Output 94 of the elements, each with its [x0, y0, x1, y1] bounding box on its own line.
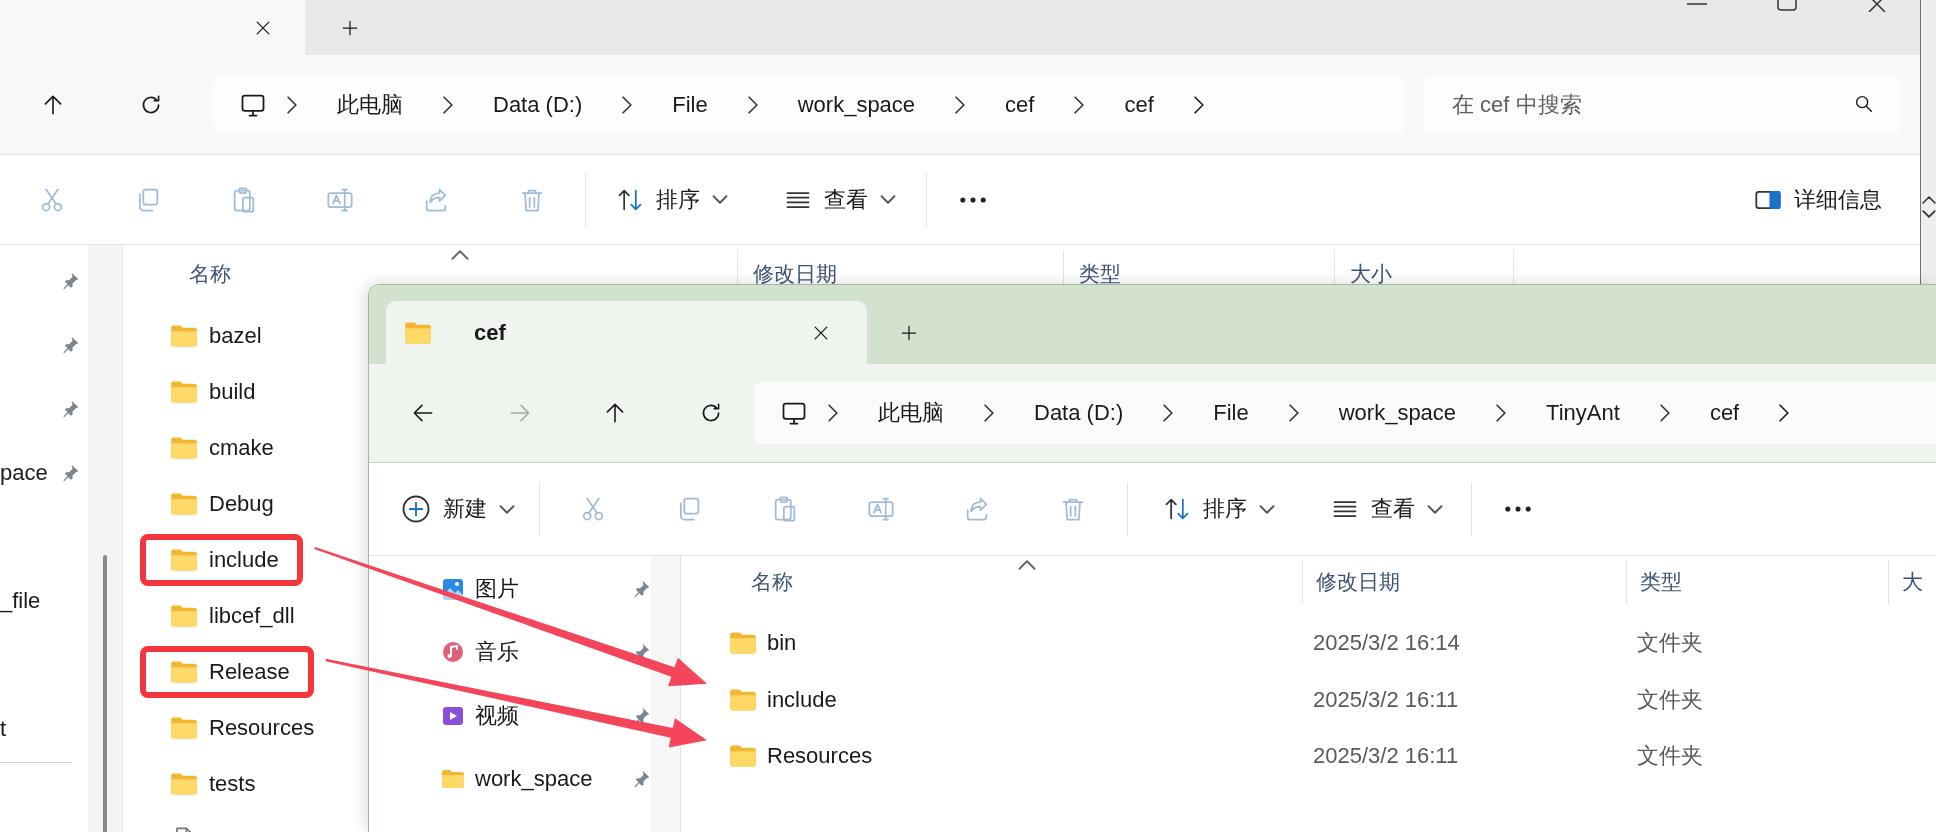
- breadcrumb[interactable]: File: [652, 75, 728, 134]
- chevron-right-icon: [1496, 404, 1507, 422]
- view-button[interactable]: 查看: [774, 171, 906, 228]
- chevron-right-icon: [1163, 404, 1174, 422]
- file-name[interactable]: libcef_dll: [209, 603, 295, 629]
- date-cell: 2025/3/2 16:11: [1313, 686, 1459, 712]
- chevron-right-icon: [1288, 404, 1299, 422]
- chevron-down-icon: [880, 195, 896, 204]
- breadcrumb[interactable]: File: [1193, 382, 1269, 444]
- breadcrumb[interactable]: 此电脑: [317, 75, 423, 134]
- file-name[interactable]: Resources: [209, 715, 315, 741]
- nav-item[interactable]: 图片: [475, 573, 621, 604]
- breadcrumb[interactable]: Data (D:): [473, 75, 603, 134]
- pin-icon: [631, 578, 651, 599]
- search-icon: [1853, 93, 1875, 115]
- sort-caret-icon: [451, 250, 469, 260]
- file-name[interactable]: include: [767, 686, 837, 713]
- rename-icon: [867, 495, 895, 523]
- chevron-right-icon: [984, 404, 994, 422]
- pin-icon: [60, 335, 80, 355]
- breadcrumb[interactable]: cef: [1689, 382, 1760, 444]
- chevron-right-icon: [1074, 95, 1085, 114]
- pin-icon: [631, 769, 651, 790]
- file-name[interactable]: Debug: [209, 491, 274, 517]
- scrollbar[interactable]: [1920, 0, 1936, 284]
- breadcrumb[interactable]: work_space: [777, 75, 936, 134]
- breadcrumb[interactable]: cef: [985, 75, 1055, 134]
- chevron-right-icon: [1659, 404, 1670, 422]
- chevron-down-icon: [1427, 504, 1443, 514]
- type-cell: 文件夹: [1637, 686, 1703, 712]
- breadcrumb[interactable]: work_space: [1318, 382, 1477, 444]
- breadcrumb[interactable]: 此电脑: [858, 382, 964, 444]
- nav-item[interactable]: t: [0, 716, 7, 742]
- file-name[interactable]: build: [209, 379, 256, 405]
- chevron-right-icon: [443, 95, 453, 114]
- chevron-down-icon: [712, 195, 728, 204]
- sort-button[interactable]: 排序: [606, 171, 738, 228]
- column-header[interactable]: 修改日期: [1316, 568, 1400, 596]
- chevron-right-icon: [828, 404, 838, 422]
- nav-item[interactable]: 视频: [475, 700, 621, 731]
- caret-down-icon: [1921, 210, 1936, 218]
- more-icon: [959, 195, 987, 204]
- sort-button[interactable]: 排序: [1153, 481, 1285, 537]
- breadcrumb[interactable]: TinyAnt: [1526, 382, 1640, 444]
- column-header[interactable]: 类型: [1640, 568, 1682, 596]
- file-name[interactable]: include: [209, 547, 279, 573]
- file-name[interactable]: Resources: [767, 743, 873, 770]
- breadcrumb[interactable]: cef: [1104, 75, 1174, 134]
- chevron-down-icon: [499, 504, 515, 514]
- file-name[interactable]: tests: [209, 771, 256, 797]
- date-cell: 2025/3/2 16:11: [1313, 743, 1459, 769]
- type-cell: 文件夹: [1637, 743, 1703, 769]
- music-note-icon: [441, 640, 465, 665]
- plus-circle-icon: [401, 494, 431, 524]
- nav-item[interactable]: 音乐: [475, 637, 621, 668]
- nav-item[interactable]: _file: [0, 588, 41, 614]
- type-cell: 文件夹: [1637, 630, 1703, 656]
- address-bar[interactable]: 此电脑 Data (D:) File work_space TinyAnt cef: [754, 382, 1936, 444]
- scrollbar[interactable]: [103, 555, 107, 832]
- chevron-down-icon: [1259, 504, 1275, 514]
- column-header[interactable]: 大: [1902, 568, 1923, 596]
- tab[interactable]: cef: [386, 301, 867, 364]
- nav-item[interactable]: work_space: [475, 766, 621, 793]
- more-icon: [1504, 505, 1532, 513]
- column-header[interactable]: 名称: [751, 568, 793, 596]
- file-name[interactable]: cmake: [209, 435, 274, 461]
- chevron-right-icon: [1779, 404, 1790, 422]
- maximize-icon[interactable]: [1777, 0, 1797, 12]
- caret-up-icon: [1921, 196, 1936, 204]
- chevron-right-icon: [622, 95, 633, 114]
- column-header[interactable]: 类型: [1079, 260, 1121, 288]
- file-name[interactable]: bazel: [209, 323, 262, 349]
- column-header[interactable]: 大小: [1350, 260, 1392, 288]
- pin-icon: [60, 271, 80, 291]
- chevron-right-icon: [747, 95, 758, 114]
- file-name[interactable]: bin: [767, 630, 797, 657]
- details-button[interactable]: 详细信息: [1744, 171, 1892, 228]
- nav-item[interactable]: pace: [0, 460, 48, 486]
- file-name[interactable]: Release: [209, 659, 290, 685]
- pin-icon: [60, 463, 80, 483]
- chevron-right-icon: [287, 95, 297, 114]
- chevron-right-icon: [1193, 95, 1204, 114]
- breadcrumb[interactable]: Data (D:): [1014, 382, 1144, 444]
- sort-caret-icon: [1018, 560, 1036, 570]
- pin-icon: [60, 399, 80, 419]
- search-field[interactable]: 在 cef 中搜索: [1424, 75, 1901, 134]
- date-cell: 2025/3/2 16:14: [1313, 630, 1460, 656]
- new-button[interactable]: 新建: [391, 481, 525, 537]
- chevron-right-icon: [955, 95, 966, 114]
- column-header[interactable]: 修改日期: [753, 260, 837, 288]
- column-header[interactable]: 名称: [189, 260, 231, 288]
- address-bar[interactable]: 此电脑 Data (D:) File work_space cef cef: [212, 75, 1405, 134]
- view-button[interactable]: 查看: [1321, 481, 1453, 537]
- close-icon[interactable]: [1867, 0, 1887, 12]
